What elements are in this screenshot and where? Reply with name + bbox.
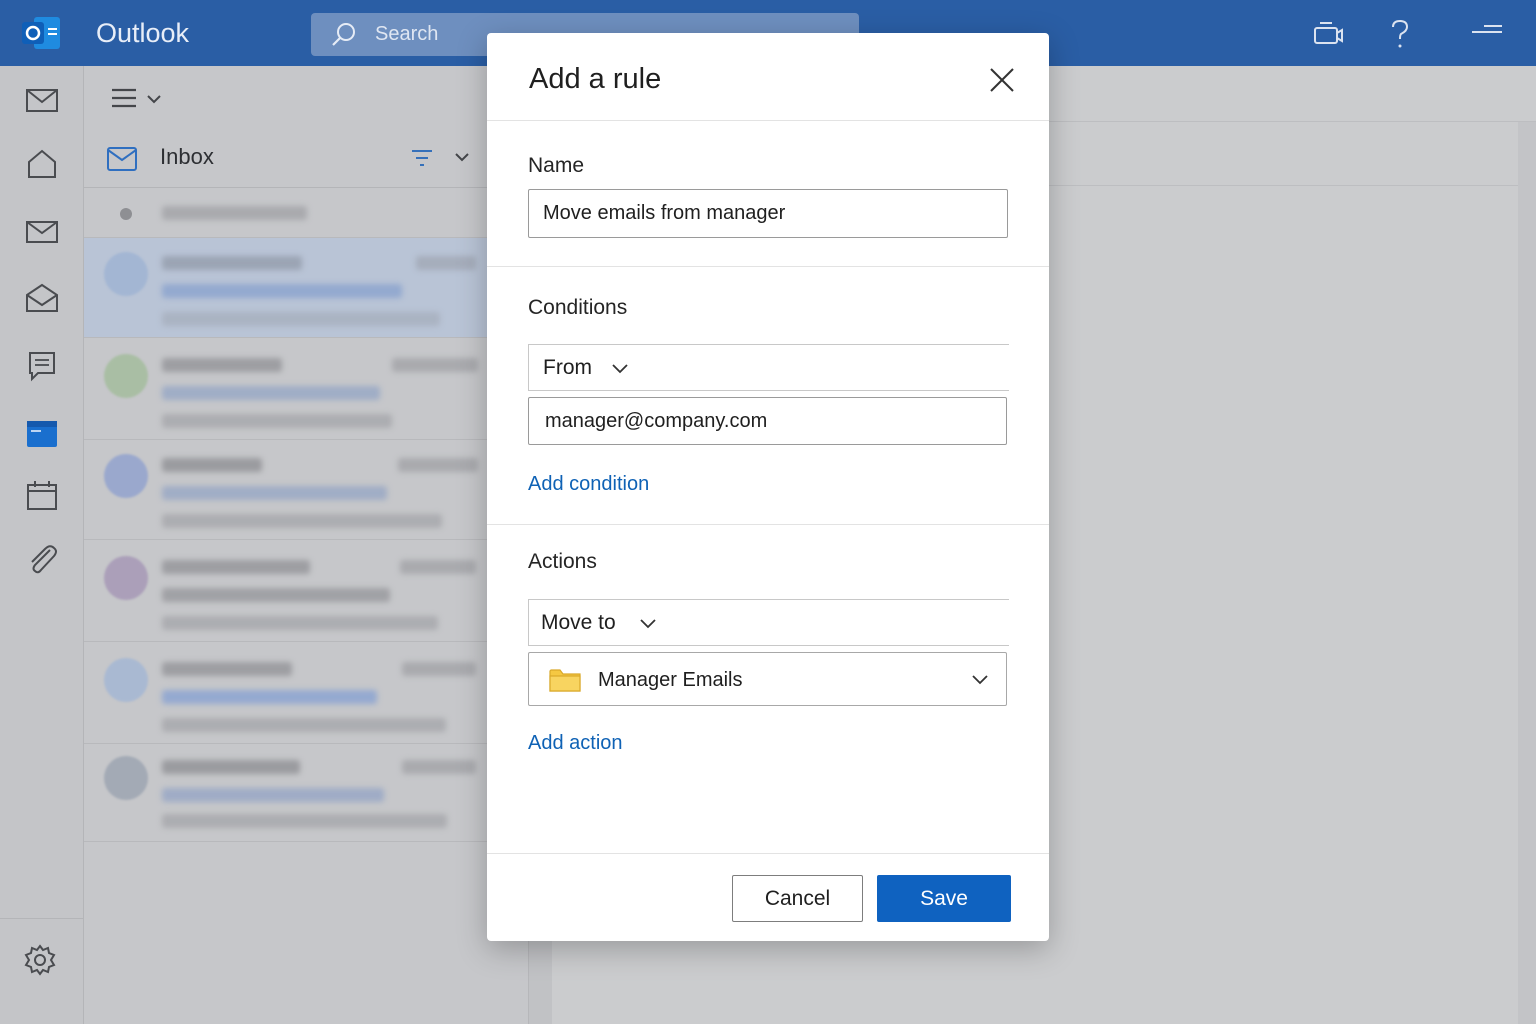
filter-chevron-icon[interactable] bbox=[454, 150, 470, 164]
blurred-text bbox=[162, 718, 446, 732]
blurred-text bbox=[402, 662, 476, 676]
folder-active-icon[interactable] bbox=[24, 415, 60, 451]
chevron-down-icon bbox=[972, 675, 988, 685]
blurred-text bbox=[162, 386, 380, 400]
inbox-header: Inbox bbox=[84, 126, 529, 188]
list-item[interactable] bbox=[84, 742, 529, 842]
blurred-text bbox=[162, 458, 262, 472]
avatar bbox=[104, 354, 148, 398]
home-icon[interactable] bbox=[24, 146, 60, 182]
list-item[interactable] bbox=[84, 440, 529, 540]
action-type-dropdown[interactable]: Move to bbox=[528, 599, 1009, 646]
blurred-text bbox=[162, 284, 402, 298]
blurred-text bbox=[402, 760, 476, 774]
mail-icon[interactable] bbox=[24, 82, 60, 118]
search-icon bbox=[332, 23, 355, 46]
blurred-text bbox=[162, 560, 310, 574]
inbox-mail-icon[interactable] bbox=[24, 213, 60, 249]
list-item[interactable] bbox=[84, 238, 529, 338]
condition-value-input[interactable] bbox=[528, 397, 1007, 445]
menu-icon[interactable] bbox=[1470, 18, 1502, 50]
destination-folder-dropdown[interactable]: Manager Emails bbox=[528, 652, 1007, 706]
hamburger-icon[interactable] bbox=[110, 86, 138, 110]
blurred-text bbox=[162, 256, 302, 270]
condition-type-dropdown[interactable]: From bbox=[528, 344, 1009, 391]
attachment-icon[interactable] bbox=[24, 542, 60, 578]
cancel-button[interactable]: Cancel bbox=[732, 875, 863, 922]
unread-dot bbox=[120, 208, 132, 220]
inbox-icon bbox=[107, 147, 137, 171]
header-divider bbox=[487, 120, 1049, 121]
blurred-text bbox=[162, 312, 440, 326]
app-rail bbox=[0, 66, 84, 1024]
section-divider bbox=[487, 524, 1049, 525]
chevron-down-icon[interactable] bbox=[146, 92, 162, 106]
add-rule-dialog: Add a rule Name Conditions From Add cond… bbox=[487, 33, 1049, 941]
condition-type-label: From bbox=[543, 356, 592, 379]
blurred-text bbox=[162, 788, 384, 802]
avatar bbox=[104, 454, 148, 498]
add-condition-link[interactable]: Add condition bbox=[528, 473, 649, 496]
blurred-text bbox=[162, 514, 442, 528]
chat-icon[interactable] bbox=[24, 348, 60, 384]
blurred-text bbox=[398, 458, 478, 472]
actions-label: Actions bbox=[528, 550, 597, 573]
blurred-text bbox=[162, 486, 387, 500]
list-item[interactable] bbox=[84, 644, 529, 744]
avatar bbox=[104, 252, 148, 296]
action-type-label: Move to bbox=[541, 611, 616, 634]
chevron-down-icon bbox=[640, 619, 656, 629]
search-input[interactable]: Search bbox=[375, 23, 438, 46]
blurred-text bbox=[162, 206, 307, 220]
save-button[interactable]: Save bbox=[877, 875, 1011, 922]
blurred-text bbox=[162, 662, 292, 676]
dialog-title: Add a rule bbox=[529, 63, 662, 95]
filter-icon[interactable] bbox=[410, 148, 434, 168]
avatar bbox=[104, 756, 148, 800]
blurred-text bbox=[392, 358, 478, 372]
list-item[interactable] bbox=[84, 188, 529, 238]
footer-divider bbox=[487, 853, 1049, 854]
blurred-text bbox=[400, 560, 476, 574]
blurred-text bbox=[162, 588, 390, 602]
blurred-text bbox=[162, 616, 438, 630]
app-title: Outlook bbox=[96, 18, 190, 48]
list-item[interactable] bbox=[84, 340, 529, 440]
blurred-text bbox=[416, 256, 476, 270]
blurred-text bbox=[162, 414, 392, 428]
rail-divider bbox=[0, 918, 84, 919]
blurred-text bbox=[162, 690, 377, 704]
meet-now-icon[interactable] bbox=[1312, 18, 1344, 50]
avatar bbox=[104, 658, 148, 702]
name-label: Name bbox=[528, 154, 585, 177]
close-icon[interactable] bbox=[985, 63, 1019, 97]
folder-icon bbox=[549, 669, 581, 692]
list-toolbar bbox=[84, 66, 529, 124]
message-list-pane: Inbox bbox=[84, 66, 529, 1024]
reading-scrollbar[interactable] bbox=[1518, 122, 1536, 1024]
open-mail-icon[interactable] bbox=[24, 280, 60, 316]
blurred-text bbox=[162, 358, 282, 372]
outlook-logo-icon[interactable] bbox=[20, 15, 62, 51]
rule-name-input[interactable] bbox=[528, 189, 1008, 238]
settings-icon[interactable] bbox=[22, 942, 58, 978]
folder-label: Manager Emails bbox=[598, 669, 743, 691]
chevron-down-icon bbox=[612, 364, 628, 374]
inbox-title: Inbox bbox=[160, 144, 214, 169]
avatar bbox=[104, 556, 148, 600]
list-item[interactable] bbox=[84, 542, 529, 642]
blurred-text bbox=[162, 814, 447, 828]
calendar-icon[interactable] bbox=[24, 478, 60, 514]
blurred-text bbox=[162, 760, 300, 774]
section-divider bbox=[487, 266, 1049, 267]
conditions-label: Conditions bbox=[528, 296, 628, 319]
add-action-link[interactable]: Add action bbox=[528, 732, 623, 755]
help-icon[interactable] bbox=[1384, 18, 1416, 50]
